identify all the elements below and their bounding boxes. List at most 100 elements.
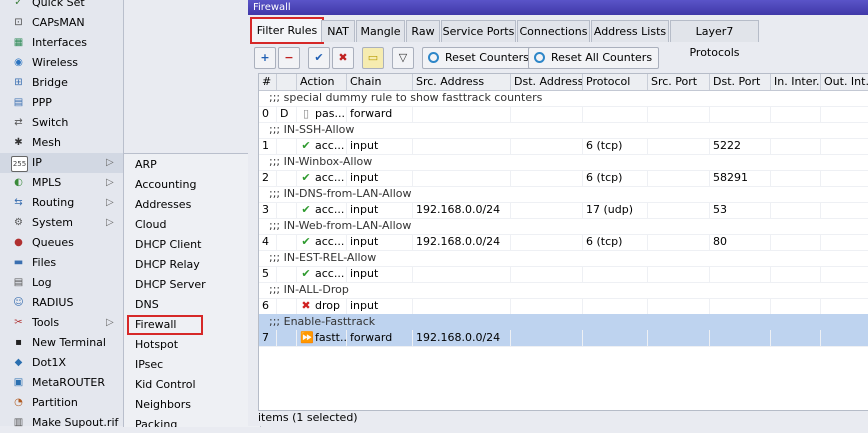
rule-protocol: 6 (tcp) bbox=[583, 234, 648, 250]
tab-mangle[interactable]: Mangle bbox=[356, 20, 405, 42]
submenu-item-label: Accounting bbox=[135, 178, 197, 191]
tab-layer7-protocols[interactable]: Layer7 Protocols bbox=[670, 20, 759, 59]
submenu-item-dhcp-relay[interactable]: DHCP Relay bbox=[124, 255, 260, 275]
sidebar-item-routing[interactable]: ⇆ Routing ▷ bbox=[0, 193, 123, 213]
table-row[interactable]: 5 ✔ acc... input bbox=[259, 266, 868, 283]
tab-raw[interactable]: Raw bbox=[406, 20, 440, 42]
column-header[interactable]: Action bbox=[297, 74, 347, 90]
sidebar-item-label: Log bbox=[32, 276, 52, 289]
reset-icon bbox=[534, 52, 545, 63]
rule-src-port bbox=[648, 298, 710, 314]
reset-counters-button[interactable]: Reset Counters bbox=[422, 47, 536, 69]
column-header[interactable]: Chain bbox=[347, 74, 413, 90]
rule-dst-address bbox=[511, 170, 583, 186]
column-header[interactable]: # bbox=[259, 74, 277, 90]
sidebar-item-label: System bbox=[32, 216, 74, 229]
table-row[interactable]: 3 ✔ acc... input 192.168.0.0/24 17 (udp) 53 bbox=[259, 202, 868, 219]
sidebar-item-label: CAPsMAN bbox=[32, 16, 85, 29]
sidebar-item-partition[interactable]: ◔ Partition bbox=[0, 393, 123, 413]
firewall-tabs: Filter Rules NAT Mangle Raw Service Ports Con… bbox=[248, 16, 868, 59]
table-row[interactable]: 4 ✔ acc... input 192.168.0.0/24 6 (tcp) 80 bbox=[259, 234, 868, 251]
main-menu-sidebar: ✓ Quick Set ⊡ CAPsMAN ▦ Interfaces ◉ Wireless ⊞ B… bbox=[0, 0, 124, 429]
submenu-item-cloud[interactable]: Cloud bbox=[124, 215, 260, 235]
sidebar-item-new-terminal[interactable]: ▪ New Terminal bbox=[0, 333, 123, 353]
table-row[interactable]: 2 ✔ acc... input 6 (tcp) 58291 bbox=[259, 170, 868, 187]
sidebar-item-log[interactable]: ▤ Log bbox=[0, 273, 123, 293]
column-header[interactable]: Out. Int... bbox=[821, 74, 868, 90]
submenu-item-hotspot[interactable]: Hotspot bbox=[124, 335, 260, 355]
tab-address-lists[interactable]: Address Lists bbox=[591, 20, 669, 42]
sidebar-item-capsman[interactable]: ⊡ CAPsMAN bbox=[0, 13, 123, 33]
sidebar-item-system[interactable]: ⚙ System ▷ bbox=[0, 213, 123, 233]
sidebar-item-ip[interactable]: 255 IP ▷ bbox=[0, 153, 123, 173]
reset-all-counters-button[interactable]: Reset All Counters bbox=[528, 47, 660, 69]
rule-number: 0 bbox=[259, 106, 277, 122]
sidebar-item-make-supout-rif[interactable]: ▥ Make Supout.rif bbox=[0, 413, 123, 433]
sidebar-item-quick-set[interactable]: ✓ Quick Set bbox=[0, 0, 123, 13]
comment-row[interactable]: ;;; special dummy rule to show fasttrack… bbox=[259, 90, 868, 107]
submenu-item-packing[interactable]: Packing bbox=[124, 415, 260, 427]
submenu-item-dhcp-client[interactable]: DHCP Client bbox=[124, 235, 260, 255]
submenu-item-dhcp-server[interactable]: DHCP Server bbox=[124, 275, 260, 295]
comment-button[interactable]: ▭ bbox=[362, 47, 384, 69]
remove-button[interactable]: − bbox=[278, 47, 300, 69]
tab-nat[interactable]: NAT bbox=[321, 20, 355, 42]
table-row[interactable]: 1 ✔ acc... input 6 (tcp) 5222 bbox=[259, 138, 868, 155]
enable-button[interactable]: ✔ bbox=[308, 47, 330, 69]
table-row[interactable]: 6 ✖ drop input bbox=[259, 298, 868, 315]
tab-service-ports[interactable]: Service Ports bbox=[441, 20, 516, 42]
rule-in-interface bbox=[771, 234, 821, 250]
sidebar-item-tools[interactable]: ✂ Tools ▷ bbox=[0, 313, 123, 333]
column-header[interactable]: Dst. Address bbox=[511, 74, 583, 90]
comment-row[interactable]: ;;; IN-Web-from-LAN-Allow bbox=[259, 218, 868, 235]
firewall-window: Firewall Filter Rules NAT Mangle Raw Service… bbox=[248, 0, 868, 426]
submenu-item-dns[interactable]: DNS bbox=[124, 295, 260, 315]
comment-row[interactable]: ;;; IN-Winbox-Allow bbox=[259, 154, 868, 171]
sidebar-item-queues[interactable]: ● Queues bbox=[0, 233, 123, 253]
sidebar-item-bridge[interactable]: ⊞ Bridge bbox=[0, 73, 123, 93]
sidebar-item-metarouter[interactable]: ▣ MetaROUTER bbox=[0, 373, 123, 393]
rule-src-address: 192.168.0.0/24 bbox=[413, 234, 511, 250]
sidebar-item-mpls[interactable]: ◐ MPLS ▷ bbox=[0, 173, 123, 193]
comment-row[interactable]: ;;; IN-EST-REL-Allow bbox=[259, 250, 868, 267]
submenu-item-firewall[interactable]: Firewall bbox=[127, 315, 203, 335]
rule-dst-port: 80 bbox=[710, 234, 771, 250]
files-icon: ▬ bbox=[13, 257, 24, 268]
rule-chain: input bbox=[347, 298, 413, 314]
rule-out-interface bbox=[821, 170, 868, 186]
sidebar-item-radius[interactable]: ☺ RADIUS bbox=[0, 293, 123, 313]
sidebar-item-files[interactable]: ▬ Files bbox=[0, 253, 123, 273]
add-button[interactable]: + bbox=[254, 47, 276, 69]
column-header[interactable]: Protocol bbox=[583, 74, 648, 90]
disable-button[interactable]: ✖ bbox=[332, 47, 354, 69]
submenu-item-kid-control[interactable]: Kid Control bbox=[124, 375, 260, 395]
submenu-item-neighbors[interactable]: Neighbors bbox=[124, 395, 260, 415]
column-header[interactable]: Dst. Port bbox=[710, 74, 771, 90]
tab-filter-rules[interactable]: Filter Rules bbox=[250, 17, 324, 44]
table-row[interactable]: 7 ⏩fastt... forward 192.168.0.0/24 bbox=[259, 330, 868, 347]
column-header[interactable]: Src. Address bbox=[413, 74, 511, 90]
sidebar-item-dot1x[interactable]: ◆ Dot1X bbox=[0, 353, 123, 373]
comment-row[interactable]: ;;; IN-ALL-Drop bbox=[259, 282, 868, 299]
submenu-item-accounting[interactable]: Accounting bbox=[124, 175, 260, 195]
sidebar-item-switch[interactable]: ⇄ Switch bbox=[0, 113, 123, 133]
column-header[interactable]: Src. Port bbox=[648, 74, 710, 90]
column-header[interactable]: In. Inter... bbox=[771, 74, 821, 90]
tab-connections[interactable]: Connections bbox=[517, 20, 590, 42]
comment-row[interactable]: ;;; Enable-Fasttrack bbox=[259, 314, 868, 331]
comment-row[interactable]: ;;; IN-SSH-Allow bbox=[259, 122, 868, 139]
comment-row[interactable]: ;;; IN-DNS-from-LAN-Allow bbox=[259, 186, 868, 203]
rule-src-port bbox=[648, 234, 710, 250]
submenu-item-addresses[interactable]: Addresses bbox=[124, 195, 260, 215]
ip-icon: 255 bbox=[11, 156, 28, 172]
submenu-item-ipsec[interactable]: IPsec bbox=[124, 355, 260, 375]
sidebar-item-mesh[interactable]: ✱ Mesh bbox=[0, 133, 123, 153]
filter-button[interactable]: ▽ bbox=[392, 47, 414, 69]
submenu-item-arp[interactable]: ARP bbox=[124, 155, 260, 175]
radius-icon: ☺ bbox=[13, 297, 24, 308]
rule-src-address bbox=[413, 138, 511, 154]
sidebar-item-wireless[interactable]: ◉ Wireless bbox=[0, 53, 123, 73]
sidebar-item-interfaces[interactable]: ▦ Interfaces bbox=[0, 33, 123, 53]
sidebar-item-ppp[interactable]: ▤ PPP bbox=[0, 93, 123, 113]
table-row[interactable]: 0 D ▯ pas... forward bbox=[259, 106, 868, 123]
